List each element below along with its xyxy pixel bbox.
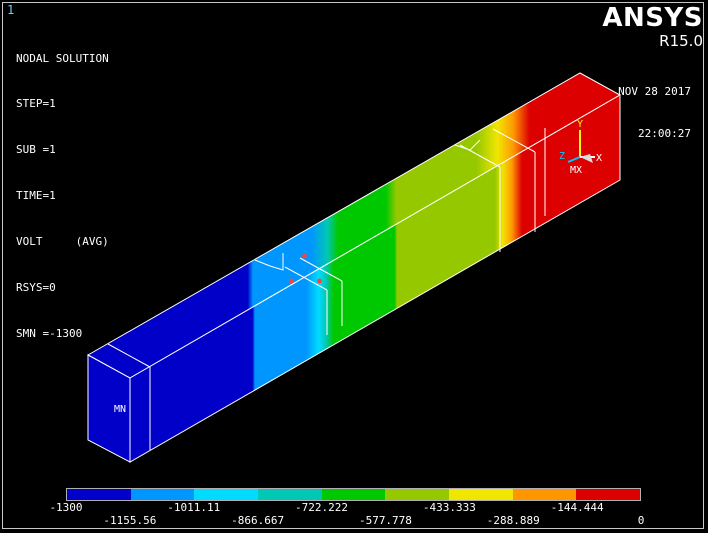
legend-value: -288.889 <box>486 514 540 527</box>
legend-swatch-0 <box>67 489 131 500</box>
max-marker: MX <box>570 165 582 176</box>
legend-value: -433.333 <box>422 501 476 514</box>
legend-swatch-8 <box>576 489 641 500</box>
legend-swatch-5 <box>385 489 450 500</box>
beam-model[interactable]: MN ● ● ● <box>86 72 622 463</box>
model-viewport[interactable]: MN ● ● ● Y X Z MX <box>0 0 708 480</box>
svg-text:●: ● <box>317 276 322 285</box>
legend-value: 0 <box>637 514 645 527</box>
legend-value: -866.667 <box>231 514 285 527</box>
svg-text:●: ● <box>302 251 307 260</box>
legend-swatch-1 <box>130 489 195 500</box>
svg-text:●: ● <box>289 276 294 285</box>
legend-swatch-4 <box>321 489 386 500</box>
legend-value: -1011.11 <box>167 501 221 514</box>
legend-swatch-7 <box>512 489 577 500</box>
legend-swatch-6 <box>449 489 513 500</box>
legend-value: -1300 <box>49 501 83 514</box>
legend-value: -144.444 <box>550 501 604 514</box>
beam-front-face[interactable] <box>129 94 621 463</box>
triad-z: Z <box>559 151 565 162</box>
legend-value: -722.222 <box>295 501 349 514</box>
contour-legend <box>66 488 641 501</box>
legend-value: -1155.56 <box>103 514 157 527</box>
min-marker: MN <box>114 404 126 415</box>
legend-swatch-2 <box>194 489 259 500</box>
triad-x: X <box>596 153 602 164</box>
legend-value: -577.778 <box>358 514 412 527</box>
graphics-window[interactable]: 1 NODAL SOLUTION STEP=1 SUB =1 TIME=1 VO… <box>0 0 708 533</box>
legend-swatch-3 <box>258 489 322 500</box>
triad-y: Y <box>577 119 583 130</box>
